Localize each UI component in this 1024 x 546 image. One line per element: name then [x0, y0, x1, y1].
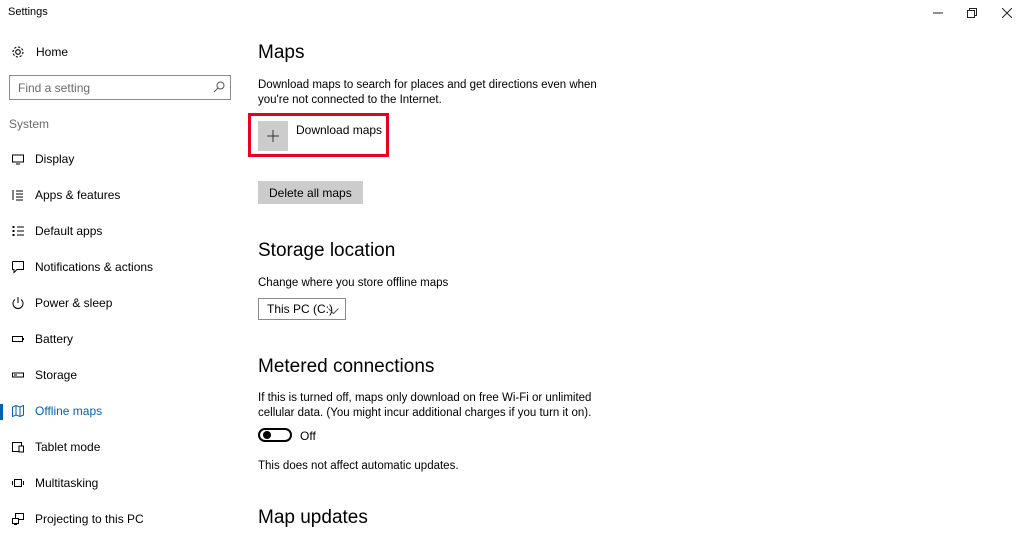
sidebar-item-label: Offline maps [35, 404, 103, 418]
gear-icon [10, 44, 26, 60]
storage-description: Change where you store offline maps [258, 277, 449, 289]
metered-connections-heading: Metered connections [258, 356, 435, 377]
maps-heading: Maps [258, 42, 305, 63]
sidebar-item-label: Apps & features [35, 188, 121, 202]
delete-all-maps-button[interactable]: Delete all maps [258, 181, 363, 204]
sidebar-item-label: Tablet mode [35, 440, 101, 454]
metered-note: This does not affect automatic updates. [258, 460, 459, 472]
search-box[interactable] [9, 75, 231, 100]
toggle-knob [263, 431, 271, 439]
active-indicator [0, 404, 3, 420]
metered-toggle[interactable] [258, 428, 292, 442]
notifications-icon [10, 259, 26, 275]
home-label: Home [36, 45, 69, 59]
sidebar-nav: Display Apps & features Default apps Not… [0, 141, 240, 537]
sidebar-item-default-apps[interactable]: Default apps [0, 213, 240, 249]
storage-location-select[interactable]: This PC (C:) [258, 298, 346, 320]
sidebar-item-battery[interactable]: Battery [0, 321, 240, 357]
tablet-mode-icon [10, 439, 26, 455]
default-apps-icon [10, 223, 26, 239]
map-updates-heading: Map updates [258, 507, 368, 528]
sidebar-item-apps-features[interactable]: Apps & features [0, 177, 240, 213]
apps-features-icon [10, 187, 26, 203]
sidebar-item-label: Battery [35, 332, 74, 346]
download-maps-button[interactable]: Download maps [258, 121, 382, 151]
download-maps-label: Download maps [296, 123, 383, 137]
sidebar-item-multitasking[interactable]: Multitasking [0, 465, 240, 501]
sidebar-item-label: Notifications & actions [35, 260, 154, 274]
sidebar-item-notifications[interactable]: Notifications & actions [0, 249, 240, 285]
sidebar-item-tablet-mode[interactable]: Tablet mode [0, 429, 240, 465]
selected-drive: This PC (C:) [267, 302, 333, 316]
home-link[interactable]: Home [10, 42, 68, 62]
search-icon[interactable] [212, 80, 226, 94]
storage-location-heading: Storage location [258, 240, 396, 261]
multitasking-icon [10, 475, 26, 491]
power-icon [10, 295, 26, 311]
sidebar-item-power-sleep[interactable]: Power & sleep [0, 285, 240, 321]
section-label-system: System [9, 117, 50, 131]
close-button[interactable] [990, 0, 1024, 26]
display-icon [10, 151, 26, 167]
battery-icon [10, 331, 26, 347]
sidebar-item-label: Multitasking [35, 476, 99, 490]
minimize-icon [933, 12, 943, 14]
projecting-icon [10, 511, 26, 527]
window-title: Settings [8, 6, 48, 18]
title-bar: Settings [0, 0, 1024, 26]
sidebar-item-label: Power & sleep [35, 296, 113, 310]
sidebar-item-offline-maps[interactable]: Offline maps [0, 393, 240, 429]
plus-icon [258, 121, 288, 151]
search-input[interactable] [10, 76, 206, 99]
chevron-down-icon [328, 304, 339, 318]
maps-description: Download maps to search for places and g… [258, 79, 597, 106]
offline-maps-icon [10, 403, 26, 419]
close-icon [1002, 8, 1012, 18]
sidebar-item-label: Storage [35, 368, 78, 382]
restore-icon [967, 8, 977, 18]
sidebar-item-label: Projecting to this PC [35, 512, 144, 526]
sidebar-item-label: Display [35, 152, 75, 166]
sidebar: Home System Display Apps & features Defa… [0, 26, 240, 546]
minimize-button[interactable] [921, 0, 955, 26]
sidebar-item-label: Default apps [35, 224, 103, 238]
sidebar-item-projecting[interactable]: Projecting to this PC [0, 501, 240, 537]
toggle-state-label: Off [300, 429, 316, 443]
sidebar-item-storage[interactable]: Storage [0, 357, 240, 393]
sidebar-item-display[interactable]: Display [0, 141, 240, 177]
metered-description: If this is turned off, maps only downloa… [258, 392, 592, 419]
storage-icon [10, 367, 26, 383]
restore-button[interactable] [955, 0, 989, 26]
